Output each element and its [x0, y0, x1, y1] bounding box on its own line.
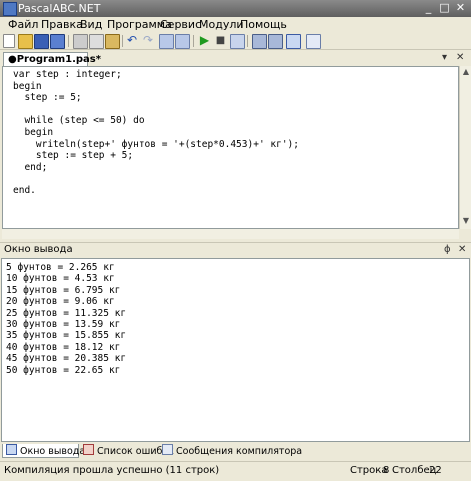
column-value: 22 [429, 465, 442, 476]
output-line: 20 фунтов = 9.06 кг [6, 296, 115, 308]
code-editor[interactable]: var step : integer; begin step := 5; whi… [2, 66, 459, 229]
output-line: 5 фунтов = 2.265 кг [6, 262, 115, 273]
output-panel-title: Окно вывода [4, 244, 73, 255]
menu-file[interactable]: Файл [8, 18, 38, 31]
menu-modules[interactable]: Модули [199, 18, 244, 31]
editor-horizontal-scrollbar[interactable] [2, 229, 459, 239]
scroll-down-icon[interactable]: ▼ [461, 216, 471, 226]
tab-list-dropdown-icon[interactable]: ▾ [442, 52, 447, 63]
code-text[interactable]: var step : integer; begin step := 5; whi… [13, 69, 299, 197]
stop-icon[interactable]: ■ [214, 34, 227, 47]
output-line: 15 фунтов = 6.795 кг [6, 284, 121, 296]
output-line: 30 фунтов = 13.59 кг [6, 319, 121, 330]
output-line: 25 фунтов = 11.325 кг [6, 307, 127, 319]
window-title: PascalABC.NET [18, 2, 101, 15]
editor-tab-strip: ●Program1.pas* ▾ ✕ [0, 51, 471, 66]
navigate-back-icon[interactable] [159, 34, 174, 49]
code-line: begin [13, 126, 54, 138]
menu-bar: Файл Правка Вид Программа Сервис Модули … [0, 17, 471, 33]
output-line: 40 фунтов = 18.12 кг [6, 341, 121, 353]
step-into-icon[interactable] [252, 34, 267, 49]
code-line: step := 5; [13, 92, 82, 104]
status-message: Компиляция прошла успешно (11 строк) [4, 465, 220, 476]
menu-service[interactable]: Сервис [160, 18, 201, 31]
close-tab-icon[interactable]: ✕ [456, 52, 464, 63]
run-icon[interactable]: ▶ [198, 34, 211, 47]
tab-error-list[interactable]: Список ошибок [80, 444, 174, 458]
output-line: 10 фунтов = 4.53 кг [6, 273, 115, 285]
maximize-button[interactable]: □ [438, 2, 451, 14]
redo-icon[interactable]: ↷ [143, 34, 156, 47]
toolbar: ↶ ↷ ▶ ■ [0, 33, 471, 50]
compile-icon[interactable] [230, 34, 245, 49]
toolbar-separator [122, 35, 123, 47]
output-window-icon[interactable] [286, 34, 301, 49]
output-line: 45 фунтов = 20.385 кг [6, 353, 127, 365]
output-window[interactable]: 5 фунтов = 2.265 кг 10 фунтов = 4.53 кг … [1, 258, 470, 442]
title-bar: PascalABC.NET _ □ ✕ [0, 0, 471, 17]
row-value: 8 [383, 465, 390, 476]
app-icon [3, 2, 17, 16]
step-over-icon[interactable] [268, 34, 283, 49]
code-line: while (step <= 50) do [13, 115, 145, 127]
output-panel-header: Окно вывода ɸ ✕ [0, 242, 471, 257]
toolbar-separator [193, 35, 194, 47]
close-panel-icon[interactable]: ✕ [458, 244, 466, 255]
save-icon[interactable] [34, 34, 49, 49]
toolbar-separator [247, 35, 248, 47]
navigate-forward-icon[interactable] [175, 34, 190, 49]
output-window-icon [6, 444, 17, 455]
menu-help[interactable]: Помощь [240, 18, 287, 31]
output-line: 35 фунтов = 15.855 кг [6, 330, 127, 342]
pin-icon[interactable]: ɸ [444, 244, 451, 255]
error-list-icon [83, 444, 94, 455]
undo-icon[interactable]: ↶ [127, 34, 140, 47]
code-line: step := step + 5; [13, 150, 134, 162]
tab-label: Сообщения компилятора [176, 446, 303, 457]
open-folder-icon[interactable] [18, 34, 33, 49]
cut-icon[interactable] [73, 34, 88, 49]
tab-label: Окно вывода [20, 446, 86, 457]
code-line: var step : integer; [13, 69, 122, 80]
toolbar-separator [68, 35, 69, 47]
status-bar: Компиляция прошла успешно (11 строк) Стр… [0, 461, 471, 481]
scroll-up-icon[interactable]: ▲ [461, 67, 471, 77]
code-line: writeln(step+' фунтов = '+(step*0.453)+'… [13, 138, 299, 150]
menu-view[interactable]: Вид [80, 18, 102, 31]
code-line: begin [13, 80, 42, 92]
row-label: Строка [350, 465, 388, 476]
code-line: end. [13, 184, 36, 196]
editor-vertical-scrollbar[interactable]: ▲ ▼ [459, 66, 471, 229]
tab-program1[interactable]: ●Program1.pas* [3, 52, 101, 66]
code-line: end; [13, 161, 48, 173]
minimize-button[interactable]: _ [422, 2, 435, 14]
tab-output-window[interactable]: Окно вывода [2, 444, 85, 458]
output-line: 50 фунтов = 22.65 кг [6, 364, 121, 376]
form-designer-icon[interactable] [306, 34, 321, 49]
compiler-messages-icon [162, 444, 173, 455]
menu-edit[interactable]: Правка [41, 18, 83, 31]
bottom-tab-strip: Окно вывода Список ошибок Сообщения комп… [0, 444, 471, 459]
close-button[interactable]: ✕ [454, 2, 467, 14]
tab-compiler-messages[interactable]: Сообщения компилятора [159, 444, 302, 458]
paste-icon[interactable] [105, 34, 120, 49]
copy-icon[interactable] [89, 34, 104, 49]
new-file-icon[interactable] [3, 34, 15, 48]
save-all-icon[interactable] [50, 34, 65, 49]
